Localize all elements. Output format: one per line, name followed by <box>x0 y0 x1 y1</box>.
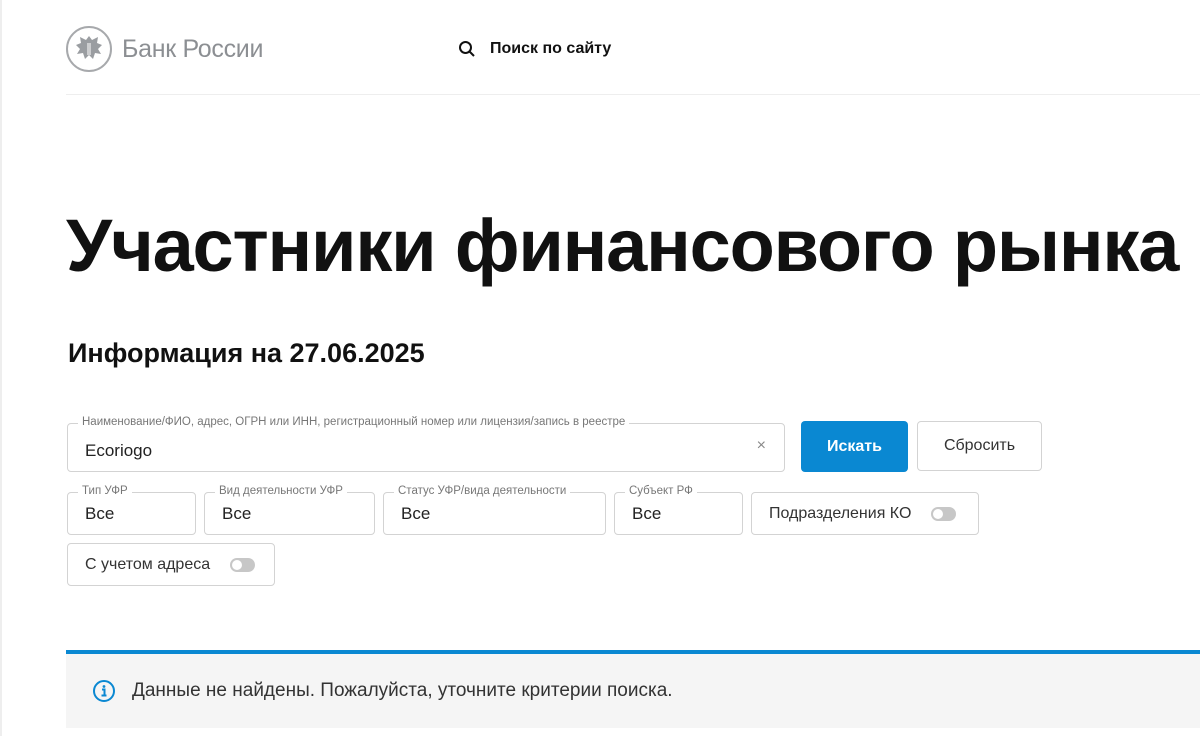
site-header: Банк России Поиск по сайту <box>66 26 1200 95</box>
logo-text: Банк России <box>122 35 263 64</box>
site-search-label: Поиск по сайту <box>490 40 611 58</box>
search-input-label: Наименование/ФИО, адрес, ОГРН или ИНН, р… <box>78 416 629 428</box>
page-title: Участники финансового рынка <box>66 196 1178 296</box>
info-icon <box>92 679 116 703</box>
search-button[interactable]: Искать <box>801 421 908 472</box>
activity-select-label: Вид деятельности УФР <box>215 485 347 497</box>
site-search-button[interactable]: Поиск по сайту <box>458 40 611 58</box>
branches-toggle[interactable]: Подразделения КО <box>751 492 979 535</box>
region-select-value: Все <box>632 504 661 524</box>
activity-select-value: Все <box>222 504 251 524</box>
type-select[interactable]: Тип УФР Все <box>67 492 196 535</box>
no-results-alert: Данные не найдены. Пожалуйста, уточните … <box>66 650 1200 728</box>
status-select-label: Статус УФР/вида деятельности <box>394 485 570 497</box>
region-select-label: Субъект РФ <box>625 485 697 497</box>
search-input-value[interactable]: Ecoriogo <box>85 441 152 461</box>
search-icon <box>458 40 476 58</box>
type-select-label: Тип УФР <box>78 485 132 497</box>
eagle-emblem-icon <box>66 26 112 72</box>
alert-message: Данные не найдены. Пожалуйста, уточните … <box>132 680 673 702</box>
clear-icon[interactable]: × <box>757 437 766 455</box>
activity-select[interactable]: Вид деятельности УФР Все <box>204 492 375 535</box>
info-date-heading: Информация на 27.06.2025 <box>68 338 425 369</box>
reset-button[interactable]: Сбросить <box>917 421 1042 471</box>
address-toggle-label: С учетом адреса <box>85 556 210 574</box>
region-select[interactable]: Субъект РФ Все <box>614 492 743 535</box>
branches-toggle-label: Подразделения КО <box>769 505 911 523</box>
status-select[interactable]: Статус УФР/вида деятельности Все <box>383 492 606 535</box>
address-toggle[interactable]: С учетом адреса <box>67 543 275 586</box>
address-switch[interactable] <box>230 558 255 572</box>
page-edge <box>0 0 2 736</box>
status-select-value: Все <box>401 504 430 524</box>
logo[interactable]: Банк России <box>66 26 263 72</box>
type-select-value: Все <box>85 504 114 524</box>
branches-switch[interactable] <box>931 507 956 521</box>
search-input[interactable]: Наименование/ФИО, адрес, ОГРН или ИНН, р… <box>67 423 785 472</box>
